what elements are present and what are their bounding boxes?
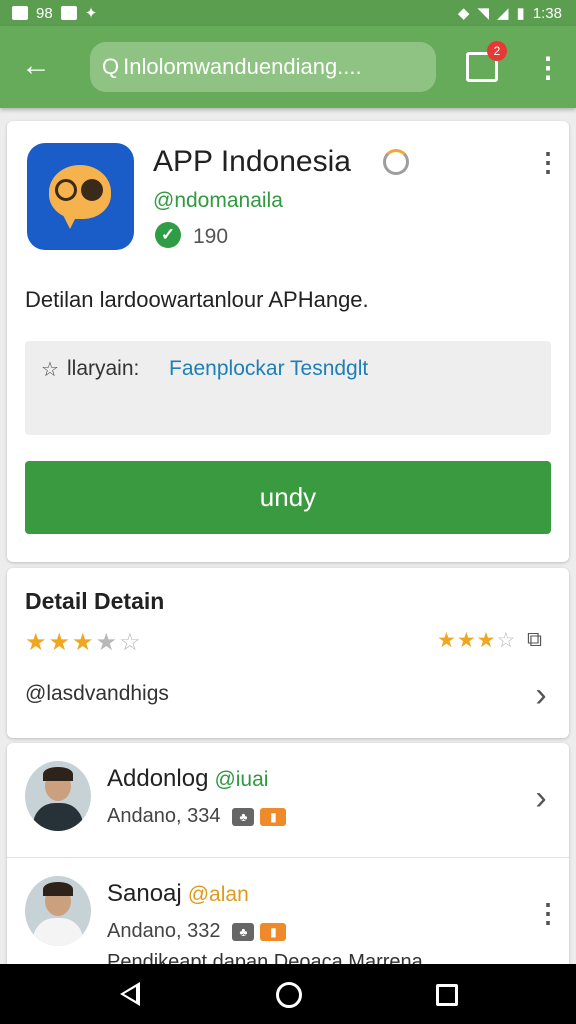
navigation-bar	[0, 964, 576, 1024]
avatar-hair	[43, 767, 73, 781]
device-icon: ♣	[232, 807, 255, 826]
avatar-hair	[43, 882, 73, 896]
app-header-card: APP Indonesia @ndomanaila ✓ 190 ⋮ Detila…	[7, 121, 569, 562]
search-text: Inlolomwanduendiang....	[123, 54, 362, 79]
star-icon: ★	[25, 629, 49, 656]
review-author: Sanoaj @alan	[107, 880, 249, 908]
app-icon-eye-left	[55, 179, 77, 201]
check-circle-icon: ✓	[155, 222, 181, 248]
review-author-tag: @iuai	[214, 768, 269, 791]
reviews-card: Addonlog @iuai Andano, 334 ♣ ▮ › Sanoaj @a…	[7, 743, 569, 983]
nav-back-icon[interactable]	[120, 982, 140, 1006]
nav-home-icon[interactable]	[276, 982, 302, 1008]
app-developer[interactable]: @ndomanaila	[153, 189, 283, 213]
rating-stars-left: ★★★★☆	[25, 628, 143, 657]
loading-icon	[383, 149, 409, 175]
review-more-icon[interactable]: ⋮	[535, 898, 561, 928]
star-icon: ★	[456, 629, 477, 652]
chevron-right-icon[interactable]: ›	[531, 678, 551, 712]
status-time: 1:38	[532, 4, 562, 22]
search-icon: Q	[102, 54, 120, 79]
nav-recents-icon[interactable]	[436, 984, 458, 1006]
app-title: APP Indonesia	[153, 145, 351, 178]
status-bar-right: ◆ ◥ ◢ ▮ 1:38	[457, 4, 562, 23]
star-outline-icon: ☆	[119, 629, 143, 656]
info-box: ☆ llaryain: Faenplockar Tesndglt	[25, 341, 551, 435]
image-icon	[60, 6, 77, 20]
avatar-body	[33, 803, 83, 831]
badge-icon: ▮	[260, 807, 287, 826]
star-icon: ★	[72, 629, 96, 656]
details-link[interactable]: @lasdvandhigs	[25, 682, 169, 706]
review-author-name: Addonlog	[107, 765, 209, 792]
star-icon: ★	[48, 629, 73, 656]
status-bar: 98 ✦ ◆ ◥ ◢ ▮ 1:38	[0, 0, 576, 26]
battery-icon: ▮	[516, 5, 525, 22]
review-author-name: Sanoaj	[107, 880, 182, 907]
info-value-link[interactable]: Faenplockar Tesndglt	[169, 357, 368, 381]
review-author: Addonlog @iuai	[107, 765, 268, 793]
arrow-back-icon[interactable]: ←	[18, 50, 54, 86]
device-icon: ♣	[232, 922, 255, 941]
sync-icon: ✦	[84, 5, 98, 22]
more-vert-icon[interactable]: ⋮	[534, 52, 562, 84]
star-icon: ★	[476, 629, 497, 652]
app-icon[interactable]	[27, 143, 134, 250]
app-icon-eye-right	[81, 179, 103, 201]
chevron-right-icon[interactable]: ›	[531, 781, 551, 815]
notification-icon	[12, 6, 28, 20]
location-icon: ◆	[457, 5, 470, 22]
status-left-text: 98	[36, 4, 53, 22]
wifi-icon: ◥	[477, 5, 489, 22]
search-bar[interactable]: Q Inlolomwanduendiang....	[90, 42, 436, 92]
install-button[interactable]: undy	[25, 461, 551, 534]
app-description: Detilan lardoowartanlour APHange.	[25, 287, 369, 312]
review-meta: Andano, 334 ♣ ▮	[107, 805, 287, 828]
review-meta: Andano, 332 ♣ ▮	[107, 920, 287, 943]
notifications-icon[interactable]: 2	[466, 41, 507, 82]
info-label: llaryain:	[67, 357, 140, 380]
app-icon-tail	[61, 211, 79, 229]
details-title: Detail Detain	[25, 588, 165, 614]
avatar-body	[33, 918, 83, 946]
star-icon: ★	[437, 629, 457, 652]
star-outline-icon: ☆	[496, 629, 517, 652]
review-meta-text: Andano, 332	[107, 920, 221, 942]
app-count: 190	[193, 225, 229, 248]
star-icon: ★	[95, 629, 120, 656]
avatar	[25, 876, 91, 946]
rating-stars-right: ★★★☆	[437, 628, 516, 653]
copy-icon[interactable]: ⧉	[527, 628, 542, 652]
review-item[interactable]: Addonlog @iuai Andano, 334 ♣ ▮ ›	[7, 743, 569, 858]
app-bar: ← Q Inlolomwanduendiang.... 2 ⋮	[0, 26, 576, 108]
details-card: Detail Detain ★★★★☆ ★★★☆ ⧉ @lasdvandhigs…	[7, 568, 569, 738]
avatar	[25, 761, 91, 831]
app-icon-face	[49, 165, 111, 219]
status-bar-left: 98 ✦	[12, 4, 97, 22]
badge-icon: ▮	[260, 922, 287, 941]
card-more-icon[interactable]: ⋮	[535, 147, 561, 177]
star-outline-icon: ☆	[41, 359, 59, 381]
notification-badge: 2	[487, 41, 507, 61]
review-meta-text: Andano, 334	[107, 805, 221, 827]
signal-icon: ◢	[496, 5, 509, 22]
review-author-tag: @alan	[187, 883, 249, 906]
